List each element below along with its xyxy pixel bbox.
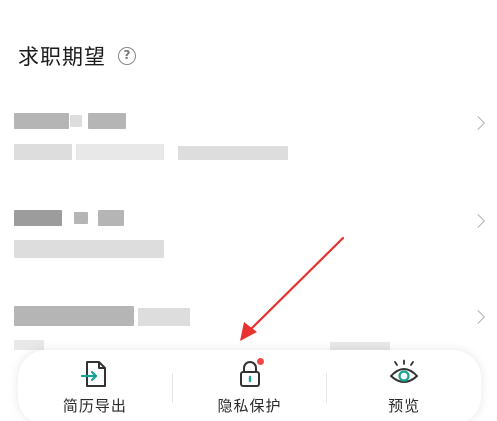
blurred-text xyxy=(98,210,124,226)
privacy-protection-button[interactable]: 隐私保护 xyxy=(173,350,327,421)
lock-icon xyxy=(233,358,267,389)
preview-label: 预览 xyxy=(388,397,421,415)
page-title: 求职期望 xyxy=(18,45,106,69)
blurred-text xyxy=(14,210,62,226)
blurred-text xyxy=(14,240,164,258)
blurred-text xyxy=(88,113,126,129)
blurred-text xyxy=(76,144,164,160)
blurred-text xyxy=(70,115,82,127)
resume-export-icon xyxy=(78,359,112,389)
eye-icon xyxy=(387,359,421,389)
resume-export-label: 简历导出 xyxy=(62,397,127,415)
job-expectation-item[interactable] xyxy=(0,106,497,176)
blurred-text xyxy=(330,342,390,350)
chevron-right-icon xyxy=(470,115,486,131)
job-expectation-item[interactable] xyxy=(0,204,497,274)
blurred-text xyxy=(74,212,88,224)
resume-export-button[interactable]: 简历导出 xyxy=(18,350,172,421)
section-header: 求职期望 ? xyxy=(18,40,136,72)
blurred-text xyxy=(14,340,44,350)
blurred-text xyxy=(14,144,72,160)
blurred-text xyxy=(14,113,69,129)
question-circle-icon[interactable]: ? xyxy=(118,47,136,65)
blurred-text xyxy=(178,146,288,160)
blurred-text xyxy=(138,308,190,326)
notification-dot xyxy=(256,358,264,365)
bottom-action-bar: 简历导出 隐私保护 预览 xyxy=(18,350,481,421)
chevron-right-icon xyxy=(470,213,486,229)
chevron-right-icon xyxy=(470,309,486,325)
preview-button[interactable]: 预览 xyxy=(327,350,481,421)
privacy-protection-label: 隐私保护 xyxy=(217,397,282,415)
blurred-text xyxy=(14,306,134,326)
